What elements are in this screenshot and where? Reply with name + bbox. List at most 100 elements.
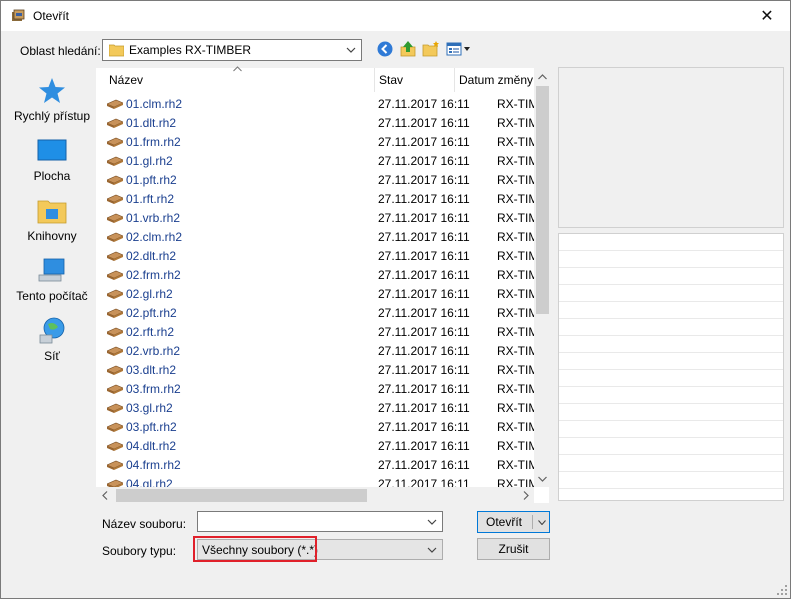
chevron-down-icon[interactable] <box>534 512 549 532</box>
place-libraries[interactable]: Knihovny <box>10 191 94 251</box>
timber-file-icon <box>107 156 123 166</box>
timber-file-icon <box>107 422 123 432</box>
timber-file-icon <box>107 403 123 413</box>
timber-file-icon <box>107 308 123 318</box>
file-row[interactable]: 02.dlt.rh2 27.11.2017 16:11 RX-TIMBER <box>96 247 534 266</box>
scroll-down-icon[interactable] <box>534 470 551 487</box>
file-row[interactable]: 01.clm.rh2 27.11.2017 16:11 RX-TIMBER <box>96 95 534 114</box>
resize-grip-icon[interactable] <box>776 584 788 596</box>
file-row[interactable]: 01.gl.rh2 27.11.2017 16:11 RX-TIMBER <box>96 152 534 171</box>
file-row[interactable]: 02.rft.rh2 27.11.2017 16:11 RX-TIMBER <box>96 323 534 342</box>
file-date: 27.11.2017 16:11 <box>378 268 470 282</box>
file-date: 27.11.2017 16:11 <box>378 439 470 453</box>
file-type: RX-TIMBER <box>497 97 534 111</box>
vertical-scroll-thumb[interactable] <box>536 86 549 314</box>
file-date: 27.11.2017 16:11 <box>378 420 470 434</box>
column-header-name[interactable]: Název <box>109 68 144 92</box>
file-name: 02.pft.rh2 <box>126 306 177 320</box>
horizontal-scroll-thumb[interactable] <box>116 489 367 502</box>
back-button[interactable] <box>376 40 396 60</box>
file-row[interactable]: 04.gl.rh2 27.11.2017 16:11 RX-TIMBER <box>96 475 534 487</box>
up-folder-button[interactable] <box>399 40 419 60</box>
file-type: RX-TIMBER <box>497 420 534 434</box>
title-bar: Otevřít ✕ <box>1 1 790 31</box>
file-row[interactable]: 02.pft.rh2 27.11.2017 16:11 RX-TIMBER <box>96 304 534 323</box>
preview-pane <box>558 67 784 228</box>
column-divider[interactable] <box>454 68 455 92</box>
place-this-pc[interactable]: Tento počítač <box>10 251 94 311</box>
file-row[interactable]: 01.frm.rh2 27.11.2017 16:11 RX-TIMBER <box>96 133 534 152</box>
file-row[interactable]: 02.clm.rh2 27.11.2017 16:11 RX-TIMBER <box>96 228 534 247</box>
column-header-date[interactable]: Datum změny <box>459 68 534 92</box>
column-header-status[interactable]: Stav <box>379 68 404 92</box>
chevron-down-icon[interactable] <box>343 40 359 60</box>
file-type: RX-TIMBER <box>497 211 534 225</box>
place-network[interactable]: Síť <box>10 311 94 371</box>
file-row[interactable]: 02.vrb.rh2 27.11.2017 16:11 RX-TIMBER <box>96 342 534 361</box>
lookin-combo[interactable]: Examples RX-TIMBER <box>102 39 362 61</box>
file-date: 27.11.2017 16:11 <box>378 192 470 206</box>
new-folder-button[interactable] <box>422 40 442 60</box>
timber-file-icon <box>107 232 123 242</box>
file-name: 02.clm.rh2 <box>126 230 183 244</box>
timber-file-icon <box>107 175 123 185</box>
place-label: Rychlý přístup <box>13 109 91 123</box>
desktop-icon <box>37 139 67 161</box>
chevron-down-icon[interactable] <box>424 512 440 531</box>
up-folder-icon <box>400 41 416 57</box>
place-desktop[interactable]: Plocha <box>10 131 94 191</box>
place-label: Plocha <box>33 169 71 183</box>
filetype-select[interactable]: Všechny soubory (*.*) <box>197 539 443 560</box>
close-button[interactable]: ✕ <box>744 1 790 31</box>
timber-file-icon <box>107 251 123 261</box>
file-type: RX-TIMBER <box>497 173 534 187</box>
file-type: RX-TIMBER <box>497 306 534 320</box>
file-name: 04.gl.rh2 <box>126 477 173 487</box>
vertical-scrollbar[interactable] <box>534 68 551 487</box>
split-divider <box>532 515 533 529</box>
file-name: 04.dlt.rh2 <box>126 439 177 453</box>
file-row[interactable]: 03.gl.rh2 27.11.2017 16:11 RX-TIMBER <box>96 399 534 418</box>
place-label: Tento počítač <box>16 289 88 303</box>
file-name: 03.frm.rh2 <box>126 382 181 396</box>
folder-icon <box>109 44 124 57</box>
file-row[interactable]: 03.frm.rh2 27.11.2017 16:11 RX-TIMBER <box>96 380 534 399</box>
file-name: 03.gl.rh2 <box>126 401 173 415</box>
horizontal-scrollbar[interactable] <box>96 487 534 504</box>
file-row[interactable]: 03.dlt.rh2 27.11.2017 16:11 RX-TIMBER <box>96 361 534 380</box>
cancel-button[interactable]: Zrušit <box>477 538 550 560</box>
file-row[interactable]: 02.frm.rh2 27.11.2017 16:11 RX-TIMBER <box>96 266 534 285</box>
view-menu-button[interactable] <box>446 40 472 60</box>
filename-combo[interactable] <box>197 511 443 532</box>
file-row[interactable]: 03.pft.rh2 27.11.2017 16:11 RX-TIMBER <box>96 418 534 437</box>
column-divider[interactable] <box>374 68 375 92</box>
timber-file-icon <box>107 270 123 280</box>
file-row[interactable]: 04.dlt.rh2 27.11.2017 16:11 RX-TIMBER <box>96 437 534 456</box>
open-button[interactable]: Otevřít <box>477 511 550 533</box>
filename-input[interactable] <box>200 513 422 530</box>
file-name: 01.gl.rh2 <box>126 154 173 168</box>
file-date: 27.11.2017 16:11 <box>378 325 470 339</box>
file-row[interactable]: 01.pft.rh2 27.11.2017 16:11 RX-TIMBER <box>96 171 534 190</box>
file-row[interactable]: 04.frm.rh2 27.11.2017 16:11 RX-TIMBER <box>96 456 534 475</box>
chevron-down-icon[interactable] <box>424 540 440 559</box>
file-row[interactable]: 02.gl.rh2 27.11.2017 16:11 RX-TIMBER <box>96 285 534 304</box>
scroll-right-icon[interactable] <box>517 487 534 504</box>
scroll-left-icon[interactable] <box>96 487 113 504</box>
file-type: RX-TIMBER <box>497 458 534 472</box>
file-date: 27.11.2017 16:11 <box>378 344 470 358</box>
file-name: 01.vrb.rh2 <box>126 211 181 225</box>
file-date: 27.11.2017 16:11 <box>378 401 470 415</box>
app-icon <box>12 9 25 21</box>
file-row[interactable]: 01.rft.rh2 27.11.2017 16:11 RX-TIMBER <box>96 190 534 209</box>
file-name: 02.dlt.rh2 <box>126 249 177 263</box>
file-row[interactable]: 01.dlt.rh2 27.11.2017 16:11 RX-TIMBER <box>96 114 534 133</box>
timber-file-icon <box>107 365 123 375</box>
scroll-up-icon[interactable] <box>534 68 551 85</box>
file-name: 01.frm.rh2 <box>126 135 181 149</box>
file-row[interactable]: 01.vrb.rh2 27.11.2017 16:11 RX-TIMBER <box>96 209 534 228</box>
place-quick-access[interactable]: Rychlý přístup <box>10 71 94 131</box>
file-list[interactable]: Název Stav Datum změny 01.clm.rh2 27.11.2… <box>95 66 551 504</box>
file-date: 27.11.2017 16:11 <box>378 249 470 263</box>
file-date: 27.11.2017 16:11 <box>378 306 470 320</box>
